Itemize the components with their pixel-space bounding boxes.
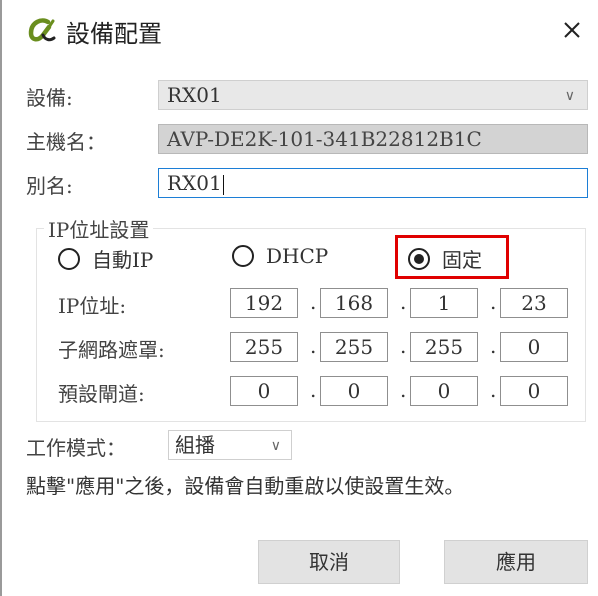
cancel-button[interactable]: 取消: [258, 540, 400, 584]
work-mode-value: 組播: [175, 433, 215, 457]
mask-octet-4[interactable]: 0: [500, 332, 568, 362]
gateway-separator: .: [400, 378, 407, 402]
ip-separator: .: [490, 290, 497, 314]
hostname-field: AVP-DE2K-101-341B22812B1C: [158, 124, 588, 154]
alpha-logo-icon: [28, 16, 58, 44]
device-config-dialog: 設備配置 設備: RX01 ∨ 主機名： AVP-DE2K-101-341B22…: [0, 0, 598, 596]
title-bar: 設備配置: [0, 0, 598, 60]
radio-auto-ip-label: 自動IP: [92, 248, 154, 272]
device-label: 設備:: [26, 86, 73, 110]
gateway-octet-3[interactable]: 0: [410, 376, 478, 406]
gateway-label: 預設閘道:: [58, 382, 145, 406]
chevron-down-icon: ∨: [270, 438, 281, 454]
device-select[interactable]: RX01 ∨: [158, 80, 588, 110]
ip-octet-4[interactable]: 23: [500, 288, 568, 318]
work-mode-label: 工作模式：: [26, 436, 126, 460]
mask-separator: .: [310, 334, 317, 358]
mask-separator: .: [400, 334, 407, 358]
gateway-octet-2[interactable]: 0: [320, 376, 388, 406]
subnet-mask-label: 子網路遮罩:: [58, 338, 165, 362]
mask-separator: .: [490, 334, 497, 358]
hostname-label: 主機名：: [26, 130, 106, 154]
radio-circle-icon: [58, 247, 80, 270]
apply-button[interactable]: 應用: [444, 540, 588, 584]
alias-label: 別名:: [26, 174, 73, 198]
ip-settings-legend: IP位址設置: [44, 214, 154, 243]
chevron-down-icon: ∨: [564, 88, 575, 104]
work-mode-select[interactable]: 組播 ∨: [168, 430, 292, 460]
ip-separator: .: [310, 290, 317, 314]
window-title: 設備配置: [66, 20, 162, 48]
window-edge: [0, 0, 2, 596]
mask-octet-1[interactable]: 255: [230, 332, 298, 362]
text-caret: [222, 174, 224, 195]
radio-dhcp[interactable]: DHCP: [232, 244, 328, 268]
hostname-value: AVP-DE2K-101-341B22812B1C: [167, 127, 482, 151]
radio-circle-icon: [232, 245, 254, 267]
gateway-separator: .: [310, 378, 317, 402]
ip-octet-3[interactable]: 1: [410, 288, 478, 318]
gateway-octet-4[interactable]: 0: [500, 376, 568, 406]
ip-separator: .: [400, 290, 407, 314]
gateway-octet-1[interactable]: 0: [230, 376, 298, 406]
restart-note: 點擊"應用"之後，設備會自動重啟以使設置生效。: [26, 474, 465, 498]
ip-octet-2[interactable]: 168: [320, 288, 388, 318]
radio-auto-ip[interactable]: 自動IP: [58, 244, 153, 273]
close-icon[interactable]: [554, 12, 590, 48]
ip-octet-1[interactable]: 192: [230, 288, 298, 318]
ip-address-label: IP位址:: [58, 294, 127, 318]
alias-value: RX01: [167, 171, 222, 195]
alias-input[interactable]: RX01: [158, 168, 588, 198]
radio-dhcp-label: DHCP: [266, 244, 329, 268]
mask-octet-2[interactable]: 255: [320, 332, 388, 362]
gateway-separator: .: [490, 378, 497, 402]
fixed-highlight-box: [395, 235, 509, 279]
mask-octet-3[interactable]: 255: [410, 332, 478, 362]
device-select-value: RX01: [167, 83, 222, 107]
